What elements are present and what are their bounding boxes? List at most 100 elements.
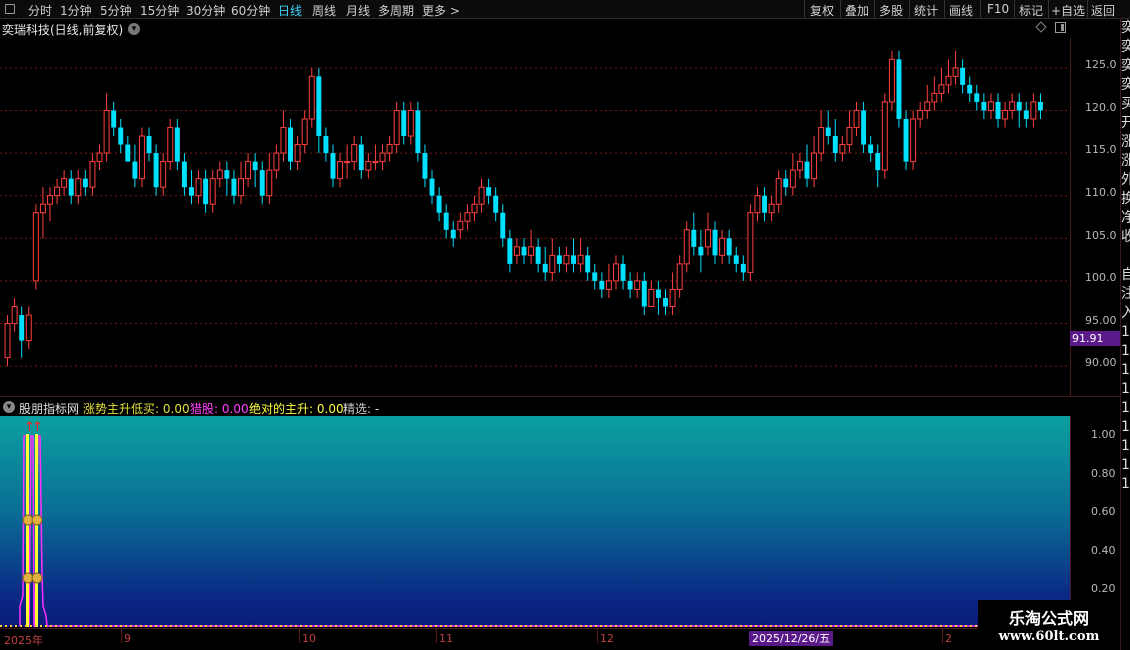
- candle-body: [1016, 101, 1022, 111]
- candle-body: [294, 144, 301, 163]
- candle: [881, 93, 888, 179]
- add-watchlist-button[interactable]: +自选: [1051, 2, 1085, 19]
- candle: [535, 238, 541, 273]
- candle-body: [209, 178, 216, 205]
- toolbar-separator: [804, 0, 805, 19]
- candle: [846, 110, 853, 154]
- indicator-tick: 0.40: [1091, 544, 1116, 557]
- candle: [209, 170, 216, 213]
- field-value: 0.00: [221, 402, 249, 416]
- candle: [266, 153, 273, 205]
- tab-period-daily[interactable]: 日线: [278, 2, 302, 19]
- candle-body: [75, 178, 82, 197]
- candle-body: [316, 76, 322, 137]
- tab-period-15min[interactable]: 15分钟: [140, 2, 179, 19]
- overlay-button[interactable]: 叠加: [845, 2, 869, 19]
- candle: [663, 289, 668, 316]
- candle: [89, 153, 96, 196]
- candle-body: [627, 280, 633, 290]
- price-tick: 125.0: [1085, 58, 1117, 71]
- side-char: 1: [1121, 324, 1130, 340]
- candle-body: [288, 127, 294, 162]
- mark-button[interactable]: 标记: [1019, 2, 1043, 19]
- last-price-badge: 91.91: [1070, 331, 1120, 346]
- tab-period-more[interactable]: 更多 >: [422, 2, 460, 19]
- candle-body: [542, 263, 548, 273]
- candle: [676, 255, 683, 298]
- candle: [401, 101, 407, 145]
- candle-body: [960, 67, 966, 85]
- candle-body: [153, 153, 159, 188]
- candle-body: [981, 101, 987, 111]
- candle-body: [61, 178, 68, 188]
- candle-body: [89, 161, 96, 188]
- candle: [775, 170, 782, 213]
- window-square-icon[interactable]: [5, 4, 15, 14]
- candle: [386, 136, 393, 162]
- candle: [111, 101, 117, 137]
- candle-body: [612, 263, 619, 282]
- date-label: 2: [945, 632, 952, 645]
- tab-period-60min[interactable]: 60分钟: [231, 2, 270, 19]
- candle: [301, 110, 308, 154]
- candle: [987, 93, 994, 119]
- field-value: 0.00: [316, 402, 344, 416]
- candle: [605, 263, 612, 298]
- candle: [195, 170, 202, 205]
- tab-period-multi[interactable]: 多周期: [378, 2, 414, 19]
- back-button[interactable]: 返回: [1091, 2, 1115, 19]
- chevron-down-icon[interactable]: ▾: [128, 23, 140, 35]
- candle: [118, 118, 124, 154]
- candle-body: [762, 195, 768, 213]
- tab-period-weekly[interactable]: 周线: [312, 2, 336, 19]
- candle: [1037, 93, 1043, 119]
- candle: [351, 136, 358, 171]
- diamond-icon[interactable]: [1035, 21, 1047, 33]
- statistics-button[interactable]: 统计: [914, 2, 938, 19]
- candle: [634, 272, 641, 298]
- candle: [259, 161, 265, 205]
- adjust-button[interactable]: 复权: [810, 2, 834, 19]
- candle: [96, 144, 103, 171]
- candle: [160, 153, 167, 196]
- candle: [804, 144, 810, 188]
- indicator-name[interactable]: 股朋指标网: [19, 400, 79, 417]
- candle-body: [592, 272, 598, 281]
- candle: [1016, 93, 1022, 128]
- candle: [103, 93, 110, 162]
- candle: [358, 136, 364, 179]
- candle-body: [203, 178, 209, 205]
- indicator-field-2: 猎股: 0.00: [190, 400, 249, 417]
- toolbar-separator: [840, 0, 841, 19]
- candle: [796, 153, 803, 179]
- candle: [521, 238, 527, 264]
- indicator-tick: 0.20: [1091, 582, 1116, 595]
- chevron-down-icon[interactable]: ▾: [3, 401, 15, 413]
- candle: [238, 161, 244, 205]
- candle: [146, 127, 152, 162]
- tab-period-1min[interactable]: 1分钟: [60, 2, 92, 19]
- candle-body: [471, 203, 478, 214]
- candle: [280, 110, 287, 162]
- cursor-date-badge: 2025/12/26/五: [749, 631, 834, 646]
- f10-button[interactable]: F10: [987, 2, 1009, 16]
- candlestick-chart[interactable]: [0, 38, 1070, 396]
- indicator-chart[interactable]: ↑ ↑: [0, 416, 1070, 628]
- candle-body: [54, 186, 61, 197]
- side-char: 收: [1121, 228, 1130, 247]
- side-char: 换: [1121, 190, 1130, 209]
- tab-period-5min[interactable]: 5分钟: [100, 2, 132, 19]
- tab-period-30min[interactable]: 30分钟: [186, 2, 225, 19]
- draw-line-button[interactable]: 画线: [949, 2, 973, 19]
- candle: [896, 50, 902, 128]
- multi-stock-button[interactable]: 多股: [879, 2, 903, 19]
- candle: [599, 272, 605, 298]
- price-tick: 120.0: [1085, 101, 1117, 114]
- panel-toggle-icon[interactable]: [1055, 22, 1066, 33]
- candle: [365, 153, 372, 179]
- tab-period-monthly[interactable]: 月线: [346, 2, 370, 19]
- tab-period-fenshi[interactable]: 分时: [28, 2, 52, 19]
- candle-body: [1023, 110, 1029, 119]
- candle: [762, 187, 768, 222]
- quote-side-panel: 奕 奕 奕 奕 买 开 涨 涨 外 换 净 收 自 注 入 1 1 1 1 1 …: [1120, 19, 1130, 650]
